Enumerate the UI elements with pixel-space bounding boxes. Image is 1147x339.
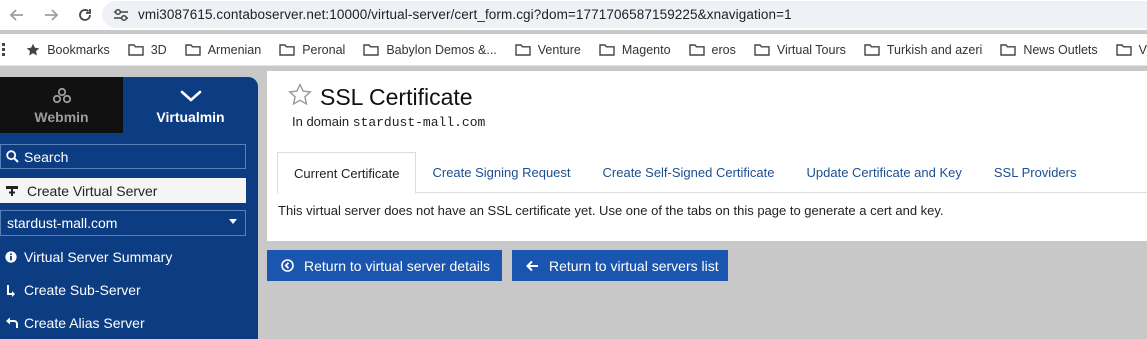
return-to-servers-list-button[interactable]: Return to virtual servers list [512, 250, 728, 281]
domain-selector[interactable]: stardust-mall.com [0, 210, 246, 236]
bookmark-label: Virtual Tours [776, 42, 846, 57]
webmin-logo-icon [52, 85, 72, 107]
arrow-left-icon [9, 9, 23, 21]
arrow-right-icon [45, 9, 59, 21]
bookmark-magento[interactable]: Magento [599, 43, 671, 57]
page-header: SSL Certificate [288, 82, 473, 111]
create-virtual-server-button[interactable]: Create Virtual Server [0, 178, 246, 203]
bookmark-label: Bookmarks [47, 42, 110, 57]
bookmark-turkish-and-azeri[interactable]: Turkish and azeri [864, 43, 982, 57]
folder-icon [688, 43, 705, 56]
bookmark-label: Peronal [302, 42, 346, 57]
reload-icon [79, 9, 91, 21]
bookmarks-bar: Bookmarks 3D Armenian Peronal Babylon De… [0, 34, 1147, 66]
bookmark-label: eros [711, 42, 736, 57]
sidebar-item-virtual-server-summary[interactable]: Virtual Server Summary [0, 244, 258, 270]
button-label: Return to virtual server details [304, 257, 490, 274]
virtualmin-logo-icon [180, 85, 202, 107]
sub-server-icon [4, 284, 18, 297]
forward-button[interactable] [34, 0, 68, 30]
sidebar-item-create-alias-server[interactable]: Create Alias Server [0, 310, 258, 336]
folder-icon [864, 43, 880, 56]
bookmark-label: Venture [537, 42, 581, 57]
reload-button[interactable] [68, 0, 102, 30]
bookmark-eros[interactable]: eros [688, 42, 736, 57]
bookmark-armenian[interactable]: Armenian [185, 42, 262, 57]
tab-ssl-providers[interactable]: SSL Providers [978, 152, 1093, 193]
bookmark-label: Magento [621, 42, 671, 57]
folder-icon [185, 43, 201, 56]
info-icon [4, 251, 18, 263]
sidebar-item-label: Create Sub-Server [24, 282, 141, 298]
folder-icon [128, 43, 144, 56]
sidebar-item-create-sub-server[interactable]: Create Sub-Server [0, 277, 258, 303]
page-title: SSL Certificate [320, 83, 473, 110]
subtitle-prefix: In domain [292, 114, 350, 129]
bookmark-label: News Outlets [1023, 42, 1098, 57]
site-settings-icon[interactable] [110, 8, 132, 22]
bookmark-news-outlets[interactable]: News Outlets [1000, 42, 1098, 57]
bookmark-bookmarks[interactable]: Bookmarks [26, 43, 110, 57]
bookmark-venture[interactable]: Venture [515, 43, 581, 57]
alias-icon [4, 317, 18, 329]
no-certificate-notice: This virtual server does not have an SSL… [278, 203, 944, 218]
arrow-left-icon [526, 260, 539, 272]
sidebar-item-label: Virtual Server Summary [24, 249, 173, 265]
certificate-tabs: Current Certificate Create Signing Reque… [277, 152, 1147, 194]
bookmark-label: V [1138, 42, 1147, 57]
folder-icon [515, 43, 531, 56]
selected-domain: stardust-mall.com [7, 215, 118, 231]
folder-icon [363, 43, 380, 56]
sidebar: Webmin Virtualmin Search Create Virtual … [0, 77, 258, 339]
address-bar[interactable]: vmi3087615.contaboserver.net:10000/virtu… [102, 1, 1147, 28]
webmin-label: Webmin [34, 109, 89, 125]
virtualmin-label: Virtualmin [156, 109, 225, 125]
bookmark-peronal[interactable]: Peronal [279, 43, 345, 57]
tab-create-self-signed-certificate[interactable]: Create Self-Signed Certificate [587, 152, 791, 193]
tab-update-certificate-and-key[interactable]: Update Certificate and Key [791, 152, 978, 193]
back-button[interactable] [0, 0, 34, 30]
bookmark-babylon-demos[interactable]: Babylon Demos &... [363, 42, 497, 57]
webmin-tab[interactable]: Webmin [0, 77, 123, 133]
circle-left-icon [281, 259, 294, 272]
folder-icon [599, 43, 615, 56]
folder-icon [279, 43, 295, 56]
folder-icon [754, 43, 770, 56]
button-label: Return to virtual servers list [549, 257, 719, 274]
search-label: Search [24, 148, 69, 165]
folder-icon [1115, 43, 1132, 56]
product-switcher: Webmin Virtualmin [0, 77, 258, 133]
bookmark-v[interactable]: V [1115, 42, 1147, 57]
subtitle-domain: stardust-mall.com [352, 115, 486, 130]
page-subtitle: In domain stardust-mall.com [292, 114, 485, 130]
sidebar-item-label: Create Alias Server [24, 315, 145, 331]
chevron-down-icon [229, 219, 237, 224]
bookmark-label: Turkish and azeri [886, 42, 983, 57]
search-icon [6, 150, 19, 163]
favorite-star-icon[interactable] [288, 82, 312, 111]
bookmark-label: Babylon Demos &... [386, 42, 497, 57]
apps-grid-icon[interactable] [0, 42, 8, 57]
bookmark-3d[interactable]: 3D [128, 43, 167, 57]
return-to-server-details-button[interactable]: Return to virtual server details [267, 250, 502, 281]
sidebar-search[interactable]: Search [0, 144, 246, 169]
folder-icon [1000, 43, 1017, 56]
virtualmin-tab[interactable]: Virtualmin [123, 77, 258, 133]
bookmark-virtual-tours[interactable]: Virtual Tours [754, 43, 846, 57]
tab-current-certificate[interactable]: Current Certificate [277, 152, 417, 194]
bookmark-label: Armenian [207, 42, 262, 57]
star-icon [26, 43, 40, 57]
browser-toolbar: vmi3087615.contaboserver.net:10000/virtu… [0, 0, 1147, 30]
tab-create-signing-request[interactable]: Create Signing Request [416, 152, 586, 193]
url-text: vmi3087615.contaboserver.net:10000/virtu… [138, 7, 792, 22]
create-server-icon [5, 184, 19, 197]
bookmark-label: 3D [150, 42, 167, 57]
create-virtual-server-label: Create Virtual Server [27, 182, 158, 199]
